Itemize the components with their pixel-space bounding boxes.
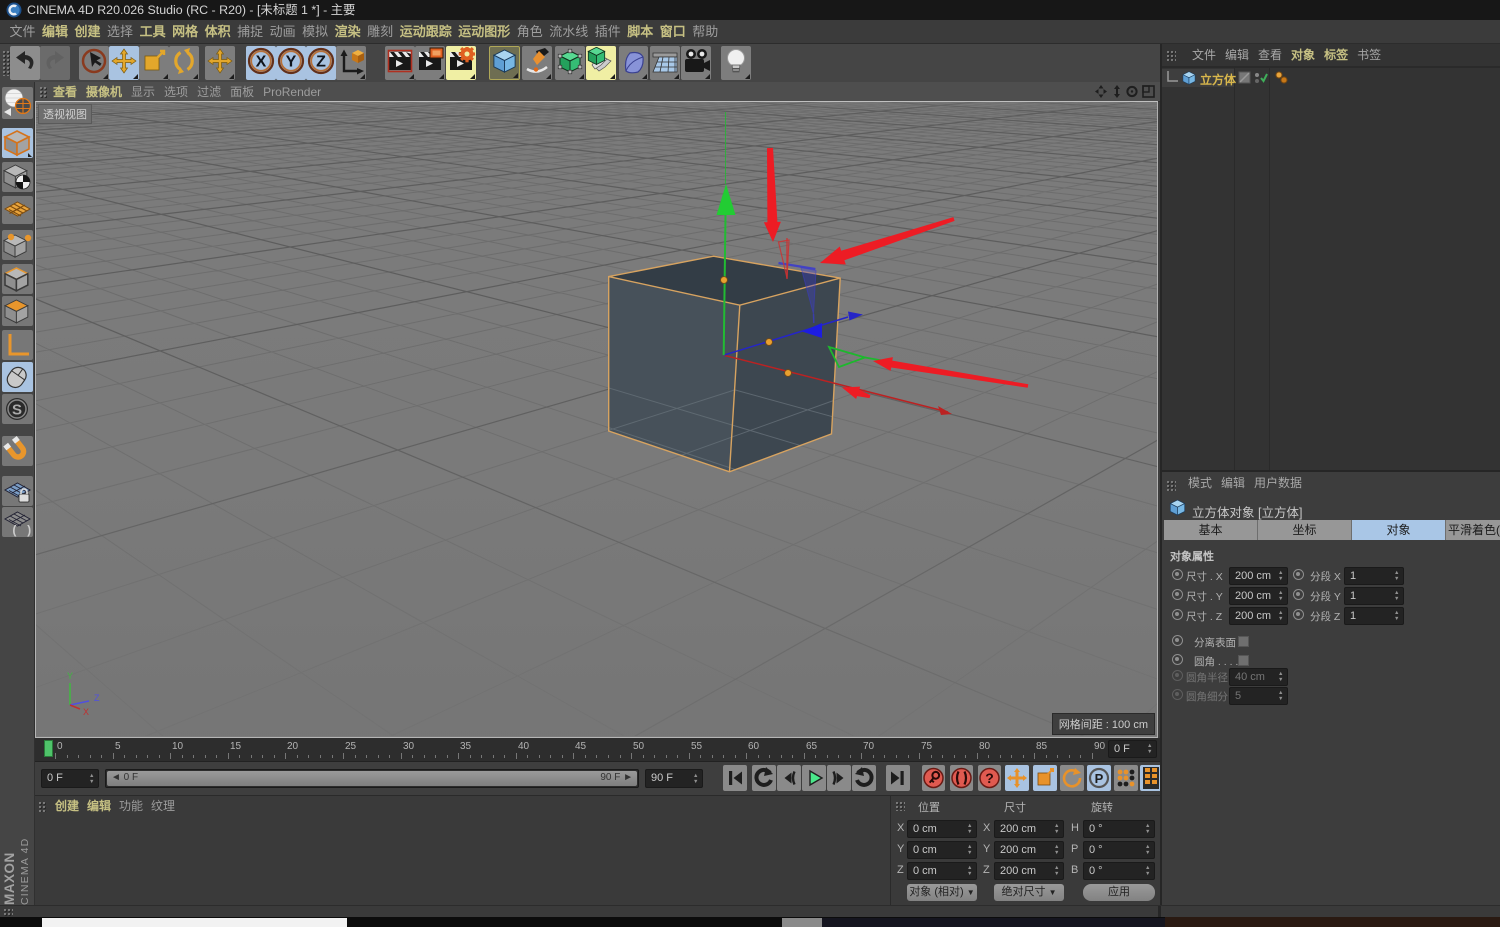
svg-text:MAXON: MAXON [2,852,17,905]
svg-text:S: S [12,402,22,419]
svg-text:X: X [83,707,89,717]
svg-text:Y: Y [67,671,73,681]
svg-text:( ): ( ) [11,524,33,537]
svg-text:P: P [1095,771,1104,786]
svg-text:?: ? [985,770,994,786]
svg-text:Z: Z [94,693,100,703]
svg-text:X: X [256,54,267,71]
svg-text:CINEMA 4D: CINEMA 4D [19,838,31,905]
svg-text:Z: Z [316,54,326,71]
svg-text:Y: Y [286,54,297,71]
